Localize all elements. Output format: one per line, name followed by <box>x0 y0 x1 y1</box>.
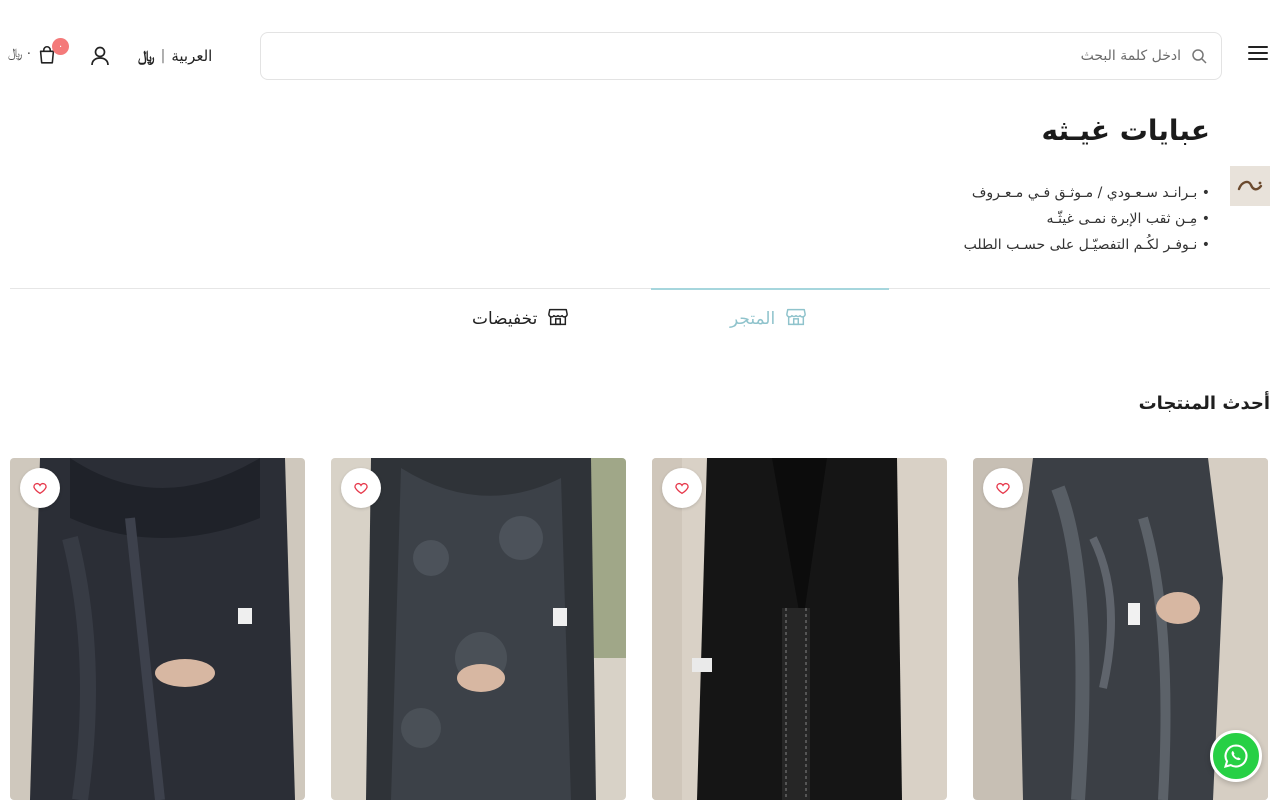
store-description-line: مِـن ثقب الإبرة نمـى غيثّـه <box>964 206 1210 232</box>
store-title: عبايات غيـثه <box>1041 114 1210 147</box>
language-switcher[interactable]: ﷼ | العربية <box>138 44 212 68</box>
search-icon[interactable] <box>1189 47 1207 65</box>
tabs-divider <box>10 288 1270 289</box>
tab-discounts[interactable]: تخفيضات <box>472 306 569 332</box>
search-bar[interactable] <box>260 32 1222 80</box>
language-separator: | <box>160 48 166 64</box>
heart-icon <box>996 482 1010 495</box>
store-description: بـرانـد سـعـودي / مـوثـق فـي مـعـروف مِـ… <box>964 180 1210 258</box>
black-patterned-abaya-image <box>331 458 626 800</box>
whatsapp-button[interactable] <box>1210 730 1262 782</box>
black-embroidered-abaya-image <box>652 458 947 800</box>
language-label: العربية <box>171 47 213 65</box>
user-icon[interactable] <box>88 44 112 68</box>
active-tab-indicator <box>651 288 889 290</box>
wishlist-button[interactable] <box>662 468 702 508</box>
navy-satin-abaya-image <box>10 458 305 800</box>
product-card[interactable] <box>652 458 947 800</box>
wishlist-button[interactable] <box>341 468 381 508</box>
heart-icon <box>33 482 47 495</box>
heart-icon <box>354 482 368 495</box>
hamburger-menu-icon[interactable] <box>1244 42 1272 70</box>
search-input[interactable] <box>301 48 1181 64</box>
cart-total: ﷼ ٠ <box>8 46 32 61</box>
tab-store-label: المتجر <box>730 309 776 329</box>
currency-symbol: ﷼ <box>138 47 155 65</box>
store-logo <box>1230 166 1270 206</box>
store-description-line: نـوفـر لكُـم التفصيّـل على حسـب الطلب <box>964 232 1210 258</box>
tab-discounts-label: تخفيضات <box>472 309 538 329</box>
wishlist-button[interactable] <box>20 468 60 508</box>
latest-products-title: أحدث المنتجات <box>1138 393 1270 414</box>
product-card[interactable] <box>10 458 305 800</box>
cart-total-value: ٠ <box>25 46 33 61</box>
storefront-icon <box>785 306 807 332</box>
tab-store[interactable]: المتجر <box>730 306 807 332</box>
cart-count-badge: ٠ <box>52 38 69 55</box>
cart-total-currency: ﷼ <box>8 46 23 61</box>
page: ﷼ | العربية ٠ ﷼ ٠ عبايات غيـثه بـرانـد س… <box>0 0 1280 800</box>
wishlist-button[interactable] <box>983 468 1023 508</box>
heart-icon <box>675 482 689 495</box>
store-description-line: بـرانـد سـعـودي / مـوثـق فـي مـعـروف <box>964 180 1210 206</box>
storefront-icon <box>547 306 569 332</box>
product-card[interactable] <box>331 458 626 800</box>
whatsapp-icon <box>1223 744 1248 768</box>
